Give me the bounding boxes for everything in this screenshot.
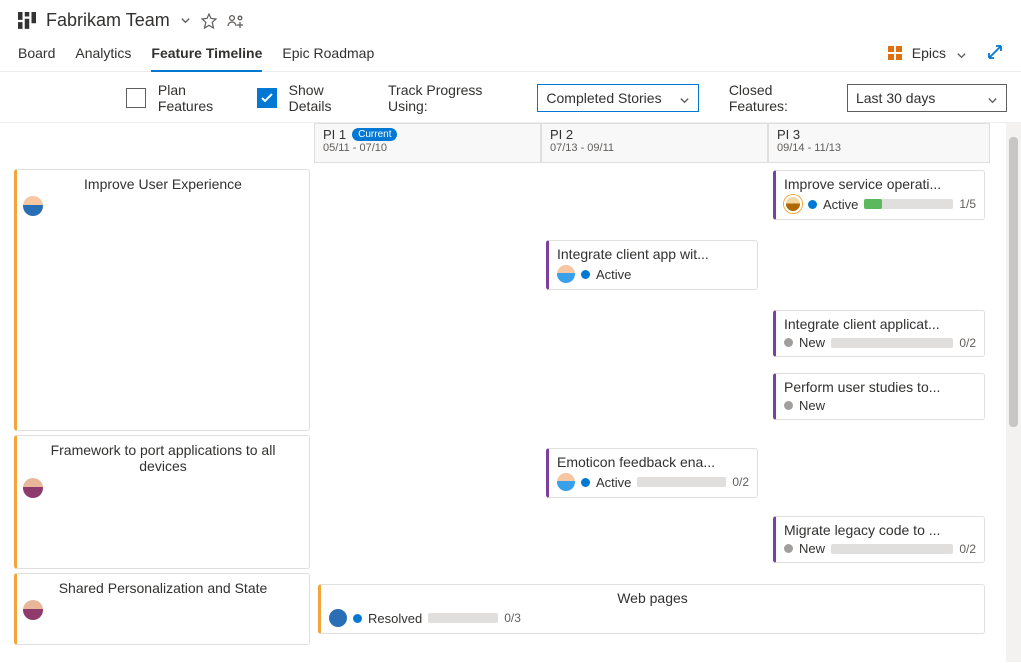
pi2-name: PI 2: [550, 127, 573, 142]
progress-text: 0/2: [959, 542, 976, 556]
status-dot-icon: [353, 614, 362, 623]
feature-card-web-pages[interactable]: Web pages Resolved 0/3: [318, 584, 985, 634]
epic-card[interactable]: Framework to port applications to all de…: [14, 435, 310, 569]
chevron-down-icon: [679, 93, 690, 104]
feature-card-perform-user-studies[interactable]: Perform user studies to... New: [773, 373, 985, 420]
fullscreen-icon[interactable]: [987, 44, 1003, 63]
avatar: [784, 195, 802, 213]
epics-column: Improve User Experience Framework to por…: [0, 123, 314, 662]
current-badge: Current: [352, 128, 397, 141]
feature-status: New: [799, 335, 825, 350]
team-name: Fabrikam Team: [46, 10, 170, 31]
period-header-pi1[interactable]: PI 1 Current 05/11 - 07/10: [314, 123, 541, 163]
feature-title: Improve service operati...: [784, 176, 976, 192]
feature-card-improve-service[interactable]: Improve service operati... Active 1/5: [773, 170, 985, 220]
period-header-pi3[interactable]: PI 3 09/14 - 11/13: [768, 123, 990, 163]
epic-title: Shared Personalization and State: [17, 574, 309, 598]
feature-status: Active: [596, 475, 631, 490]
pi1-name: PI 1: [323, 127, 346, 142]
feature-title: Integrate client app wit...: [557, 246, 749, 262]
scroll-thumb[interactable]: [1009, 137, 1018, 427]
feature-card-migrate-legacy[interactable]: Migrate legacy code to ... New 0/2: [773, 516, 985, 563]
status-dot-icon: [581, 270, 590, 279]
vertical-scrollbar[interactable]: [1006, 123, 1021, 662]
show-details-checkbox[interactable]: [257, 88, 277, 108]
track-progress-label: Track Progress Using:: [388, 82, 525, 114]
status-dot-icon: [784, 401, 793, 410]
progress-text: 0/2: [732, 475, 749, 489]
feature-title: Web pages: [329, 590, 976, 606]
show-details-label: Show Details: [289, 82, 370, 114]
page-tabs: Board Analytics Feature Timeline Epic Ro…: [0, 35, 1021, 72]
feature-card-integrate-client-applicat[interactable]: Integrate client applicat... New 0/2: [773, 310, 985, 357]
period-header-pi2[interactable]: PI 2 07/13 - 09/11: [541, 123, 768, 163]
epic-title: Framework to port applications to all de…: [17, 436, 309, 476]
progress-text: 0/3: [504, 611, 521, 625]
tab-epic-roadmap[interactable]: Epic Roadmap: [282, 41, 374, 71]
epic-card[interactable]: Improve User Experience: [14, 169, 310, 431]
team-members-icon[interactable]: [227, 13, 245, 29]
feature-card-emoticon-feedback[interactable]: Emoticon feedback ena... Active 0/2: [546, 448, 758, 498]
tab-analytics[interactable]: Analytics: [75, 41, 131, 71]
feature-title: Emoticon feedback ena...: [557, 454, 749, 470]
tab-feature-timeline[interactable]: Feature Timeline: [151, 41, 262, 71]
pi3-dates: 09/14 - 11/13: [777, 142, 981, 154]
feature-status: Resolved: [368, 611, 422, 626]
status-dot-icon: [784, 338, 793, 347]
feature-status: Active: [823, 197, 858, 212]
status-dot-icon: [784, 544, 793, 553]
status-dot-icon: [581, 478, 590, 487]
plan-features-label: Plan Features: [158, 82, 245, 114]
progress-bar: [864, 199, 953, 209]
epics-dropdown[interactable]: Epics: [912, 45, 946, 61]
timeline: Improve User Experience Framework to por…: [0, 122, 1021, 662]
avatar: [329, 609, 347, 627]
avatar: [557, 265, 575, 283]
progress-bar: [637, 477, 726, 487]
pi3-name: PI 3: [777, 127, 800, 142]
board-icon: [18, 12, 36, 30]
epic-title: Improve User Experience: [17, 170, 309, 194]
progress-bar: [428, 613, 498, 623]
avatar: [23, 196, 43, 216]
plan-features-checkbox[interactable]: [126, 88, 146, 108]
controls-row: Plan Features Show Details Track Progres…: [0, 72, 1021, 122]
progress-bar: [831, 544, 953, 554]
pi1-dates: 05/11 - 07/10: [323, 142, 532, 154]
feature-title: Integrate client applicat...: [784, 316, 976, 332]
page-header: Fabrikam Team: [0, 0, 1021, 35]
feature-status: New: [799, 398, 825, 413]
status-dot-icon: [808, 200, 817, 209]
avatar: [23, 600, 43, 620]
tab-board[interactable]: Board: [18, 41, 55, 71]
feature-status: Active: [596, 267, 631, 282]
epics-chevron-icon[interactable]: [956, 48, 967, 59]
avatar: [557, 473, 575, 491]
chevron-down-icon: [987, 93, 998, 104]
track-progress-select[interactable]: Completed Stories: [537, 84, 698, 112]
pi2-dates: 07/13 - 09/11: [550, 142, 759, 154]
favorite-star-icon[interactable]: [201, 13, 217, 29]
feature-title: Perform user studies to...: [784, 379, 976, 395]
progress-bar: [831, 338, 953, 348]
team-dropdown-chevron[interactable]: [180, 15, 191, 26]
feature-title: Migrate legacy code to ...: [784, 522, 976, 538]
progress-text: 0/2: [959, 336, 976, 350]
closed-features-select[interactable]: Last 30 days: [847, 84, 1007, 112]
avatar: [23, 478, 43, 498]
feature-card-integrate-client-app[interactable]: Integrate client app wit... Active: [546, 240, 758, 290]
closed-features-value: Last 30 days: [856, 90, 935, 106]
feature-status: New: [799, 541, 825, 556]
track-progress-value: Completed Stories: [546, 90, 661, 106]
epic-card[interactable]: Shared Personalization and State: [14, 573, 310, 645]
period-header-row: PI 1 Current 05/11 - 07/10 PI 2 07/13 - 0…: [314, 123, 1006, 163]
timeline-lanes: PI 1 Current 05/11 - 07/10 PI 2 07/13 - 0…: [314, 123, 1006, 662]
progress-text: 1/5: [959, 197, 976, 211]
closed-features-label: Closed Features:: [729, 82, 835, 114]
epics-icon: [888, 46, 902, 60]
